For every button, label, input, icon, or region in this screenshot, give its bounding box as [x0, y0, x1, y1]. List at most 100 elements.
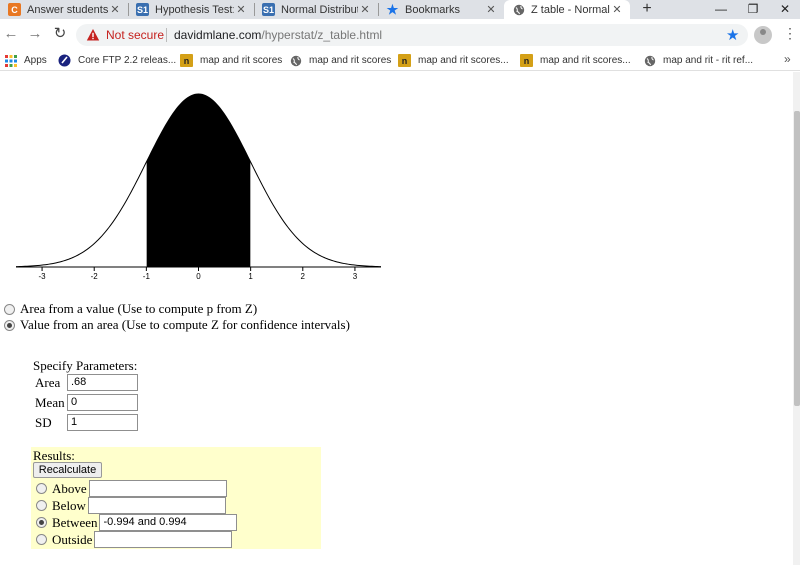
bookmark-star-icon[interactable]: ★	[726, 26, 739, 44]
area-label: Area	[35, 374, 61, 390]
mean-row: Mean 0	[35, 394, 138, 411]
back-icon[interactable]: ←	[2, 25, 20, 43]
radio-button[interactable]	[36, 483, 47, 494]
result-option-label: Between	[52, 514, 98, 530]
sd-label: SD	[35, 414, 52, 430]
s1-icon: S1	[262, 3, 275, 16]
x-tick-label: -3	[39, 272, 47, 281]
chegg-icon: C	[8, 3, 21, 16]
security-status[interactable]: Not secure	[106, 28, 164, 42]
reload-icon[interactable]: ↻	[51, 25, 69, 43]
forward-icon[interactable]: →	[26, 25, 44, 43]
close-icon[interactable]: ✕	[484, 3, 498, 16]
x-axis-ticks: -3 -2 -1 0 1 2 3	[39, 267, 358, 281]
warning-icon	[86, 29, 100, 41]
result-option-label: Outside	[52, 531, 93, 547]
below-result-field[interactable]	[87, 497, 226, 514]
bookmark-map-rit-1[interactable]: n map and rit scores	[180, 53, 282, 68]
tab-bookmarks[interactable]: ★ Bookmarks ✕	[378, 0, 504, 19]
tab-strip: C Answer students' ✕ S1 Hypothesis Test:…	[0, 0, 800, 19]
address-bar[interactable]: Not secure davidmlane.com/hyperstat/z_ta…	[76, 24, 748, 46]
sd-input[interactable]: 1	[67, 414, 138, 431]
address-divider	[166, 28, 167, 42]
bookmark-label: map and rit scores	[309, 55, 392, 66]
coreftp-icon	[58, 54, 71, 67]
result-option-between[interactable]: Between -0.994 and 0.994	[36, 514, 238, 531]
x-tick-label: 0	[196, 272, 201, 281]
mean-label: Mean	[35, 394, 65, 410]
x-tick-label: 1	[248, 272, 253, 281]
result-option-above[interactable]: Above	[36, 480, 227, 497]
apps-grid-icon	[4, 54, 17, 67]
globe-icon	[512, 3, 525, 16]
tab-z-table[interactable]: Z table - Normal ✕	[504, 0, 630, 19]
radio-button[interactable]	[36, 517, 47, 528]
url-path: /hyperstat/z_table.html	[261, 28, 383, 42]
x-tick-label: -1	[143, 272, 151, 281]
bookmark-map-rit-ref[interactable]: map and rit - rit ref...	[643, 53, 753, 68]
sd-row: SD 1	[35, 414, 138, 431]
bookmarks-bar: Apps Core FTP 2.2 releas... n map and ri…	[0, 50, 800, 71]
tab-answer-students[interactable]: C Answer students' ✕	[0, 0, 128, 19]
result-option-outside[interactable]: Outside	[36, 531, 233, 548]
bookmark-apps[interactable]: Apps	[4, 53, 47, 68]
close-icon[interactable]: ✕	[358, 3, 372, 16]
outside-result-field[interactable]	[94, 531, 233, 548]
mode-option-value-from-area[interactable]: Value from an area (Use to compute Z for…	[4, 317, 350, 333]
profile-avatar-icon[interactable]	[754, 26, 772, 44]
above-result-field[interactable]	[88, 480, 227, 497]
recalculate-button[interactable]: Recalculate	[33, 462, 102, 478]
restore-icon[interactable]: ❐	[738, 0, 768, 19]
nwea-icon: n	[180, 54, 193, 67]
result-option-label: Above	[52, 480, 87, 496]
tab-title: Normal Distributi	[281, 3, 358, 16]
tab-title: Answer students'	[27, 3, 108, 16]
results-panel: Results: Recalculate Above Below Between…	[31, 447, 321, 549]
s1-icon: S1	[136, 3, 149, 16]
area-input[interactable]: .68	[67, 374, 138, 391]
result-option-label: Below	[52, 497, 86, 513]
between-result-field[interactable]: -0.994 and 0.994	[99, 514, 238, 531]
menu-kebab-icon[interactable]: ⋮	[783, 25, 797, 42]
bookmark-core-ftp[interactable]: Core FTP 2.2 releas...	[58, 53, 176, 68]
globe-icon	[289, 54, 302, 67]
close-icon[interactable]: ✕	[610, 3, 624, 16]
minimize-icon[interactable]: —	[706, 0, 736, 19]
radio-button[interactable]	[4, 319, 15, 331]
radio-button[interactable]	[36, 534, 47, 545]
close-window-icon[interactable]: ✕	[770, 0, 800, 19]
mode-option-area-from-value[interactable]: Area from a value (Use to compute p from…	[4, 301, 257, 317]
bookmark-map-rit-3[interactable]: n map and rit scores...	[398, 53, 509, 68]
x-tick-label: -2	[91, 272, 99, 281]
star-icon: ★	[386, 1, 399, 17]
area-row: Area .68	[35, 374, 138, 391]
radio-button[interactable]	[4, 303, 15, 315]
url-host: davidmlane.com	[174, 28, 262, 42]
mean-input[interactable]: 0	[67, 394, 138, 411]
bookmark-label: Apps	[24, 55, 47, 66]
bookmark-label: map and rit scores...	[540, 55, 631, 66]
new-tab-button[interactable]: +	[639, 0, 655, 19]
radio-button[interactable]	[36, 500, 47, 511]
tab-normal-distribution[interactable]: S1 Normal Distributi ✕	[254, 0, 378, 19]
scrollbar-thumb[interactable]	[794, 111, 800, 406]
close-icon[interactable]: ✕	[234, 3, 248, 16]
result-option-below[interactable]: Below	[36, 497, 226, 514]
shaded-area	[146, 94, 251, 267]
bookmark-map-rit-4[interactable]: n map and rit scores...	[520, 53, 631, 68]
close-icon[interactable]: ✕	[108, 3, 122, 16]
tab-title: Bookmarks	[405, 3, 461, 16]
x-tick-label: 2	[301, 272, 306, 281]
tab-title: Z table - Normal	[531, 3, 610, 16]
parameters-title: Specify Parameters:	[33, 358, 138, 373]
url-text[interactable]: davidmlane.com/hyperstat/z_table.html	[174, 28, 382, 42]
normal-curve-chart: -3 -2 -1 0 1 2 3	[15, 93, 382, 281]
mode-option-label: Area from a value (Use to compute p from…	[20, 301, 258, 316]
bookmark-label: map and rit scores	[200, 55, 283, 66]
x-tick-label: 3	[353, 272, 358, 281]
more-bookmarks-button[interactable]: »	[784, 52, 791, 66]
browser-toolbar: ← → ↻ Not secure davidmlane.com/hypersta…	[0, 19, 800, 50]
bookmark-map-rit-2[interactable]: map and rit scores	[289, 53, 391, 68]
tab-hypothesis-test[interactable]: S1 Hypothesis Test: D ✕	[128, 0, 254, 19]
bookmark-label: Core FTP 2.2 releas...	[78, 55, 177, 66]
